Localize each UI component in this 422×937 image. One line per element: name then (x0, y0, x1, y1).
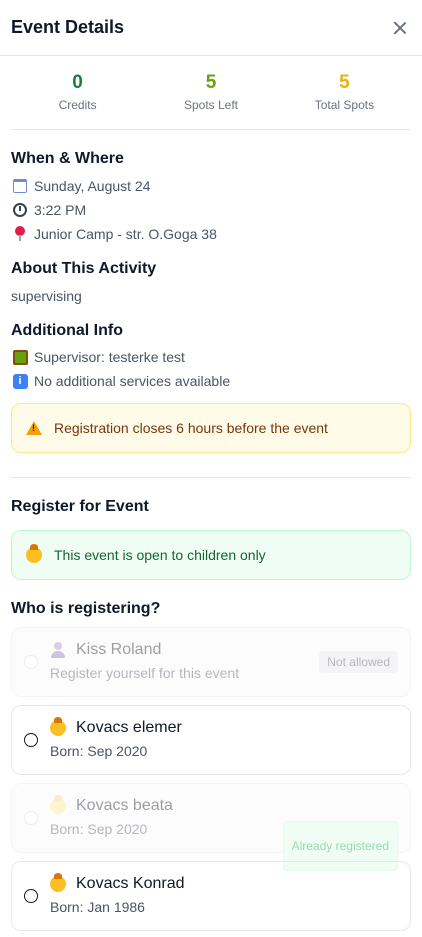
registrant-name: Kiss Roland (76, 641, 162, 658)
baby-icon (50, 795, 66, 814)
registrant-card-kovacs-elemer[interactable]: Kovacs elemer Born: Sep 2020 (11, 705, 411, 775)
registrant-radio (24, 655, 38, 669)
calendar-icon (11, 177, 29, 195)
additional-heading: Additional Info (11, 322, 123, 339)
page-title: Event Details (11, 17, 125, 37)
registrant-sub: Born: Sep 2020 (50, 743, 148, 759)
about-heading: About This Activity (11, 260, 157, 277)
divider (11, 477, 411, 478)
baby-icon (26, 544, 42, 563)
pin-icon (11, 225, 29, 243)
registration-warning: Registration closes 6 hours before the e… (11, 403, 411, 453)
person-icon (50, 642, 66, 658)
about-text: supervising (11, 288, 82, 304)
warning-icon (26, 421, 42, 435)
when-where-section: When & Where Sunday, August 24 3:22 PM J… (11, 150, 411, 246)
supervisor-line: Supervisor: testerke test (11, 345, 411, 369)
registrant-card-kovacs-konrad[interactable]: Kovacs Konrad Born: Jan 1986 (11, 861, 411, 931)
registrant-radio[interactable] (24, 733, 38, 747)
info-icon: i (11, 372, 29, 390)
registrant-name: Kovacs Konrad (76, 875, 185, 892)
warning-text: Registration closes 6 hours before the e… (54, 420, 328, 436)
location-line: Junior Camp - str. O.Goga 38 (11, 222, 411, 246)
supervisor-text: Supervisor: testerke test (34, 349, 185, 365)
credits-label: Credits (58, 98, 97, 112)
date-line: Sunday, August 24 (11, 174, 411, 198)
about-section: About This Activity supervising (11, 260, 411, 308)
services-text: No additional services available (34, 373, 231, 389)
status-badge: Not allowed (319, 651, 398, 673)
time-text: 3:22 PM (34, 202, 87, 218)
total-spots-label: Total Spots (314, 98, 375, 112)
registrant-radio[interactable] (24, 889, 38, 903)
spots-left-label: Spots Left (183, 98, 239, 112)
registrant-radio (24, 811, 38, 825)
spots-left-value: 5 (205, 72, 217, 93)
children-only-notice: This event is open to children only (11, 530, 411, 580)
dialog-header: Event Details (0, 0, 422, 56)
registrant-name: Kovacs beata (76, 797, 173, 814)
time-line: 3:22 PM (11, 198, 411, 222)
registrant-sub: Register yourself for this event (50, 665, 240, 681)
registrant-card-kiss-roland: Kiss Roland Register yourself for this e… (11, 627, 411, 697)
children-only-text: This event is open to children only (54, 547, 266, 563)
location-text: Junior Camp - str. O.Goga 38 (34, 226, 217, 242)
who-heading: Who is registering? (11, 600, 161, 617)
additional-section: Additional Info Supervisor: testerke tes… (11, 322, 411, 393)
registrant-name: Kovacs elemer (76, 719, 182, 736)
when-where-heading: When & Where (11, 150, 124, 167)
registrant-card-kovacs-beata: Kovacs beata Born: Sep 2020 Already regi… (11, 783, 411, 871)
total-spots-value: 5 (339, 72, 350, 93)
close-icon[interactable] (390, 18, 410, 38)
stats-row: 0 Credits 5 Spots Left 5 Total Spots (11, 56, 411, 130)
registrant-sub: Born: Jan 1986 (50, 899, 145, 915)
services-line: i No additional services available (11, 369, 411, 393)
register-heading: Register for Event (11, 498, 149, 515)
stat-credits: 0 Credits (11, 72, 144, 129)
stat-spots-left: 5 Spots Left (144, 72, 277, 129)
supervisor-icon (11, 348, 29, 366)
date-text: Sunday, August 24 (34, 178, 151, 194)
baby-icon (50, 873, 66, 892)
stat-total-spots: 5 Total Spots (278, 72, 411, 129)
registrant-sub: Born: Sep 2020 (50, 821, 148, 837)
clock-icon (11, 201, 29, 219)
baby-icon (50, 717, 66, 736)
credits-value: 0 (72, 72, 83, 93)
